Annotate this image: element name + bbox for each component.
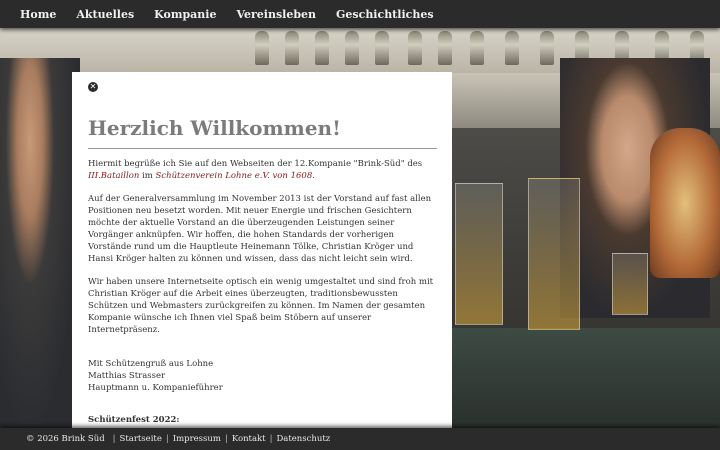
- footer: © 2026 Brink Süd | Startseite | Impressu…: [0, 428, 720, 450]
- trophy: [375, 31, 389, 65]
- bataillon-link[interactable]: III.Bataillon: [88, 171, 139, 181]
- title-divider: [88, 148, 437, 149]
- beer-glass: [455, 183, 503, 325]
- signature-greeting: Mit Schützengruß aus Lohne: [88, 359, 214, 369]
- welcome-panel: ✕ Herzlich Willkommen! Hiermit begrüße i…: [72, 72, 452, 428]
- page-title: Herzlich Willkommen!: [88, 116, 341, 140]
- paragraph-internetseite: Wir haben unsere Internetseite optisch e…: [88, 277, 434, 335]
- footer-link-kontakt[interactable]: Kontakt: [232, 434, 266, 444]
- signature-role: Hauptmann u. Kompanieführer: [88, 383, 223, 393]
- bar-counter: [450, 328, 720, 428]
- signature-name: Matthias Strasser: [88, 371, 166, 381]
- trophy: [345, 31, 359, 65]
- footer-separator: |: [224, 434, 228, 444]
- footer-link-startseite[interactable]: Startseite: [120, 434, 162, 444]
- intro-text: Hiermit begrüße ich Sie auf den Webseite…: [88, 159, 423, 169]
- trophy: [285, 31, 299, 65]
- person-left: [0, 58, 80, 428]
- nav-item-geschichtliches[interactable]: Geschichtliches: [336, 8, 433, 21]
- signature: Mit Schützengruß aus Lohne Matthias Stra…: [88, 358, 438, 394]
- footer-link-impressum[interactable]: Impressum: [173, 434, 221, 444]
- footer-separator: |: [269, 434, 273, 444]
- paragraph-vorstand: Auf der Generalversammlung im November 2…: [88, 194, 432, 264]
- nav-item-home[interactable]: Home: [20, 8, 56, 21]
- trophy: [408, 31, 422, 65]
- close-icon[interactable]: ✕: [88, 82, 98, 92]
- nav-item-kompanie[interactable]: Kompanie: [154, 8, 216, 21]
- shot-glass: [612, 253, 648, 315]
- trophy: [505, 31, 519, 65]
- footer-separator: |: [112, 434, 116, 444]
- schuetzenverein-link[interactable]: Schützenverein Lohne e.V. von 1608: [156, 171, 313, 181]
- footer-separator: |: [165, 434, 169, 444]
- trophy: [255, 31, 269, 65]
- beer-glass: [528, 178, 580, 330]
- intro-text-mid: im: [139, 171, 156, 181]
- copyright-text: © 2026 Brink Süd: [26, 434, 105, 444]
- nav-item-vereinsleben[interactable]: Vereinsleben: [236, 8, 316, 21]
- intro-text-end: .: [312, 171, 315, 181]
- trophy: [438, 31, 452, 65]
- section-heading: Schützenfest 2022:: [88, 415, 180, 425]
- intro-paragraph: Hiermit begrüße ich Sie auf den Webseite…: [88, 158, 438, 182]
- top-navigation: Home Aktuelles Kompanie Vereinsleben Ges…: [0, 0, 720, 28]
- lamp: [650, 128, 720, 278]
- trophy: [540, 31, 554, 65]
- footer-link-datenschutz[interactable]: Datenschutz: [276, 434, 330, 444]
- trophy: [470, 31, 484, 65]
- nav-item-aktuelles[interactable]: Aktuelles: [76, 8, 134, 21]
- welcome-text: Hiermit begrüße ich Sie auf den Webseite…: [88, 158, 438, 426]
- trophy: [315, 31, 329, 65]
